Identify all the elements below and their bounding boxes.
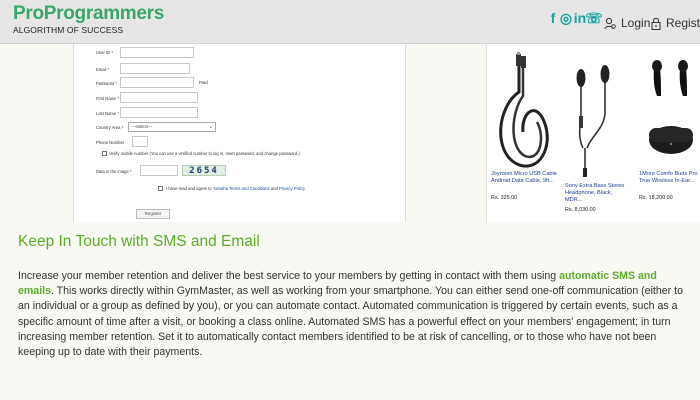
product-title[interactable]: Joyroom Micro USB Cable Android Data Cab… xyxy=(491,171,557,185)
product-price: Rs. 8,030.00 xyxy=(565,207,596,213)
terms-link[interactable]: Yamaha Terms and Conditions xyxy=(213,186,270,191)
verify-mobile-checkbox[interactable] xyxy=(102,151,107,156)
password-input[interactable] xyxy=(120,77,194,88)
registration-form: User ID * Email * Password * Pwd First N… xyxy=(73,44,406,222)
password-label: Password * xyxy=(96,81,118,86)
register-link[interactable]: Register xyxy=(651,16,700,30)
lock-icon xyxy=(651,17,661,30)
privacy-policy-link[interactable]: Privacy Policy xyxy=(279,186,305,191)
user-id-input[interactable] xyxy=(120,47,194,58)
email-input[interactable] xyxy=(120,63,190,74)
linkedin-icon[interactable]: in xyxy=(574,11,586,26)
earbuds-image xyxy=(649,60,693,154)
product-card[interactable]: Joyroom Micro USB Cable Android Data Cab… xyxy=(487,44,559,222)
terms-checkbox[interactable] xyxy=(158,186,163,191)
instagram-icon[interactable]: ◎ xyxy=(560,11,572,26)
verify-mobile-text: Verify mobile number (You can use a veri… xyxy=(109,151,300,156)
first-name-label: First Name * xyxy=(96,96,120,101)
email-label: Email * xyxy=(96,67,110,72)
chevron-down-icon: ⌄ xyxy=(208,124,213,130)
product-card[interactable]: Sony Extra Bass Stereo Headphone, Black,… xyxy=(561,44,633,222)
whatsapp-icon[interactable]: ☏ xyxy=(585,11,603,26)
phone-label: Phone Number xyxy=(96,140,125,145)
user-icon xyxy=(604,17,616,29)
last-name-label: Last Name * xyxy=(96,111,120,116)
brand-tagline: ALGORITHM OF SUCCESS xyxy=(13,25,124,35)
phone-code-input[interactable] xyxy=(132,136,148,147)
product-title[interactable]: 1More Comfo Buds Pro True Wireless In-Ea… xyxy=(639,171,700,185)
captcha-label: Data in the image * xyxy=(96,169,132,174)
password-toggle[interactable]: Pwd xyxy=(199,80,208,85)
user-id-label: User ID * xyxy=(96,50,113,55)
brand-name: ProProgrammers xyxy=(13,3,165,24)
login-label: Login xyxy=(621,16,651,30)
product-price: Rs. 18,200.00 xyxy=(639,195,673,201)
product-title[interactable]: Sony Extra Bass Stereo Headphone, Black,… xyxy=(565,183,631,204)
social-links: f ◎ in ☏ xyxy=(548,11,603,26)
paragraph-text-end: . This works directly within GymMaster, … xyxy=(18,285,683,359)
headphones-image xyxy=(576,65,610,177)
section-heading: Keep In Touch with SMS and Email xyxy=(18,233,260,250)
register-label: Register xyxy=(666,16,700,30)
country-area-label: Country Area * xyxy=(96,125,124,130)
top-header: ProProgrammers ALGORITHM OF SUCCESS f ◎ … xyxy=(0,0,700,44)
country-area-select[interactable]: ---Select--- ⌄ xyxy=(128,122,216,132)
form-register-button[interactable]: Register xyxy=(136,209,170,219)
terms-and: and xyxy=(270,186,278,191)
captcha-input[interactable] xyxy=(140,165,178,176)
usb-cable-image xyxy=(499,52,549,168)
product-strip: Joyroom Micro USB Cable Android Data Cab… xyxy=(486,44,700,222)
article-paragraph: Increase your member retention and deliv… xyxy=(18,269,686,360)
paragraph-text-start: Increase your member retention and deliv… xyxy=(18,270,560,282)
login-link[interactable]: Login xyxy=(604,16,650,30)
terms-prefix: I have read and agree to xyxy=(166,186,212,191)
captcha-image: 2654 xyxy=(182,165,226,176)
last-name-input[interactable] xyxy=(120,107,198,118)
brand-logo[interactable]: ProProgrammers ALGORITHM OF SUCCESS xyxy=(13,3,165,36)
first-name-input[interactable] xyxy=(120,92,198,103)
product-card[interactable]: 1More Comfo Buds Pro True Wireless In-Ea… xyxy=(635,44,700,222)
terms-text: I have read and agree to Yamaha Terms an… xyxy=(166,186,305,191)
country-select-value: ---Select--- xyxy=(132,124,153,129)
product-price: Rs. 325.00 xyxy=(491,195,518,201)
facebook-icon[interactable]: f xyxy=(548,11,558,26)
